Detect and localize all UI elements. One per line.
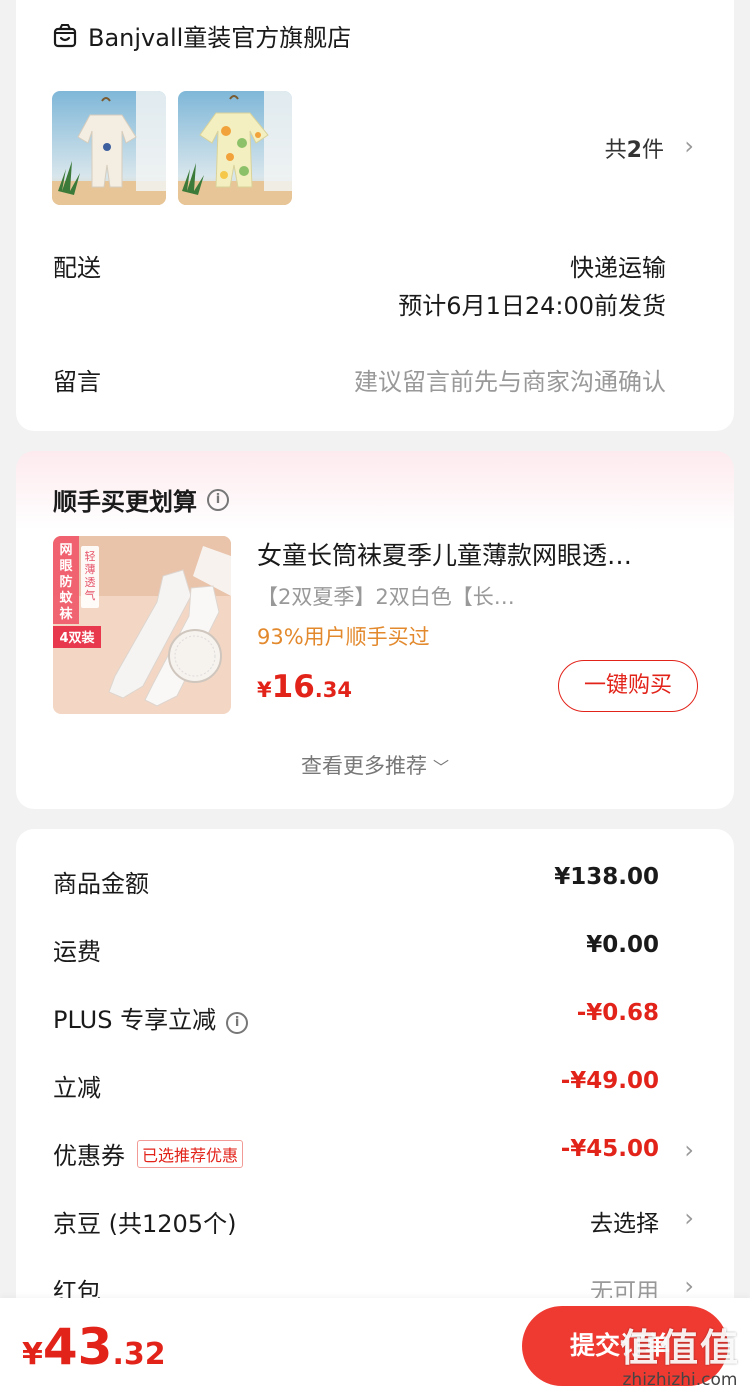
watermark-logo: 值值值 (619, 1326, 740, 1370)
goods-amount-value: ¥138.00 (554, 864, 659, 890)
chevron-right-icon[interactable]: › (684, 1204, 694, 1232)
item-count-suffix: 件 (641, 138, 664, 163)
plus-discount-label: PLUS 专享立减 i (53, 1000, 249, 1035)
delivery-label: 配送 (53, 254, 101, 282)
jingdou-label: 京豆 (共1205个) (53, 1210, 237, 1238)
chevron-right-icon[interactable]: › (684, 132, 694, 160)
coupon-label-text: 优惠券 (53, 1142, 125, 1170)
goods-amount-label: 商品金额 (53, 870, 149, 898)
romper-floral-image (178, 91, 292, 205)
product-thumbnail[interactable] (52, 91, 166, 205)
chevron-right-icon[interactable]: › (684, 1136, 694, 1164)
message-input[interactable]: 建议留言前先与商家沟通确认 (354, 362, 666, 397)
store-header[interactable]: Banjvall童装官方旗舰店 (52, 18, 351, 53)
image-badge-text: 轻薄透气 (85, 549, 96, 602)
store-card: Banjvall童装官方旗舰店 共2件 › 配送 快递运输 预计6月1日24:0… (16, 0, 734, 431)
instant-discount-value: -¥49.00 (560, 1068, 659, 1094)
recommend-bought-rate: 93%用户顺手买过 (257, 625, 430, 649)
more-recommendations-link[interactable]: 查看更多推荐 ﹀ (16, 750, 734, 780)
chevron-right-icon[interactable]: › (684, 1272, 694, 1300)
info-icon[interactable]: i (207, 488, 229, 511)
recommend-product-image[interactable]: 网眼防蚊袜 轻薄透气 4双装 (53, 536, 231, 714)
total-price-integer: 43 (42, 1318, 113, 1376)
one-click-buy-button[interactable]: 一键购买 (558, 660, 698, 712)
recommend-card: 顺手买更划算 i 网眼防蚊袜 轻薄透气 4双装 女童长筒袜夏季儿童薄款网眼透… … (16, 451, 734, 809)
image-vertical-text: 网眼防蚊袜 (58, 543, 73, 622)
summary-row-jingdou[interactable]: 京豆 (共1205个) 去选择 › (16, 1200, 734, 1240)
recommend-product-name[interactable]: 女童长筒袜夏季儿童薄款网眼透… (257, 536, 697, 572)
summary-row-plus: PLUS 专享立减 i -¥0.68 (16, 996, 734, 1036)
price-integer: 16 (271, 669, 315, 705)
coupon-tag: 已选推荐优惠 (137, 1140, 244, 1168)
store-icon (53, 23, 77, 47)
plus-discount-text: PLUS 专享立减 (53, 1006, 217, 1034)
recommend-title-text: 顺手买更划算 (53, 488, 197, 516)
delivery-eta: 预计6月1日24:00前发货 (398, 292, 666, 320)
price-symbol: ¥ (257, 678, 272, 702)
more-recommendations-label: 查看更多推荐 (300, 754, 427, 778)
image-pairs-text: 4双装 (59, 630, 94, 646)
total-price-decimal: .32 (112, 1337, 166, 1372)
item-count-number: 2 (626, 138, 642, 163)
shipping-label: 运费 (53, 938, 101, 966)
price-decimal: .34 (314, 678, 352, 702)
instant-discount-label: 立减 (53, 1074, 101, 1102)
recommend-product-spec[interactable]: 【2双夏季】2双白色【长… (257, 581, 515, 611)
watermark-url: zhizhizhi.com (622, 1370, 738, 1390)
message-label: 留言 (53, 368, 101, 396)
total-price-symbol: ¥ (22, 1337, 43, 1372)
recommend-title: 顺手买更划算 i (53, 482, 229, 517)
store-name: Banjvall童装官方旗舰店 (88, 24, 352, 52)
summary-row-instant: 立减 -¥49.00 (16, 1064, 734, 1104)
item-count-prefix: 共 (604, 138, 627, 163)
coupon-value: -¥45.00 (560, 1136, 659, 1162)
watermark: 值值值 zhizhizhi.com (620, 1328, 740, 1390)
plus-discount-value: -¥0.68 (576, 1000, 659, 1026)
socks-image: 网眼防蚊袜 轻薄透气 4双装 (53, 536, 231, 714)
summary-row-coupon[interactable]: 优惠券 已选推荐优惠 -¥45.00 › (16, 1132, 734, 1172)
info-icon[interactable]: i (226, 1012, 249, 1034)
romper-white-image (52, 91, 166, 205)
coupon-label: 优惠券 已选推荐优惠 (53, 1136, 244, 1171)
product-thumbnail[interactable] (178, 91, 292, 205)
item-count[interactable]: 共2件 (605, 132, 664, 164)
total-price: ¥43.32 (22, 1318, 166, 1376)
bottom-bar: ¥43.32 提交订单 值值值 zhizhizhi.com (0, 1298, 750, 1396)
summary-row-shipping: 运费 ¥0.00 (16, 928, 734, 968)
shipping-value: ¥0.00 (586, 932, 659, 958)
summary-row-goods: 商品金额 ¥138.00 (16, 860, 734, 900)
chevron-down-icon: ﹀ (432, 758, 449, 777)
jingdou-value: 去选择 (590, 1211, 659, 1237)
delivery-method[interactable]: 快递运输 (570, 248, 666, 283)
recommend-price: ¥16.34 (257, 669, 352, 705)
